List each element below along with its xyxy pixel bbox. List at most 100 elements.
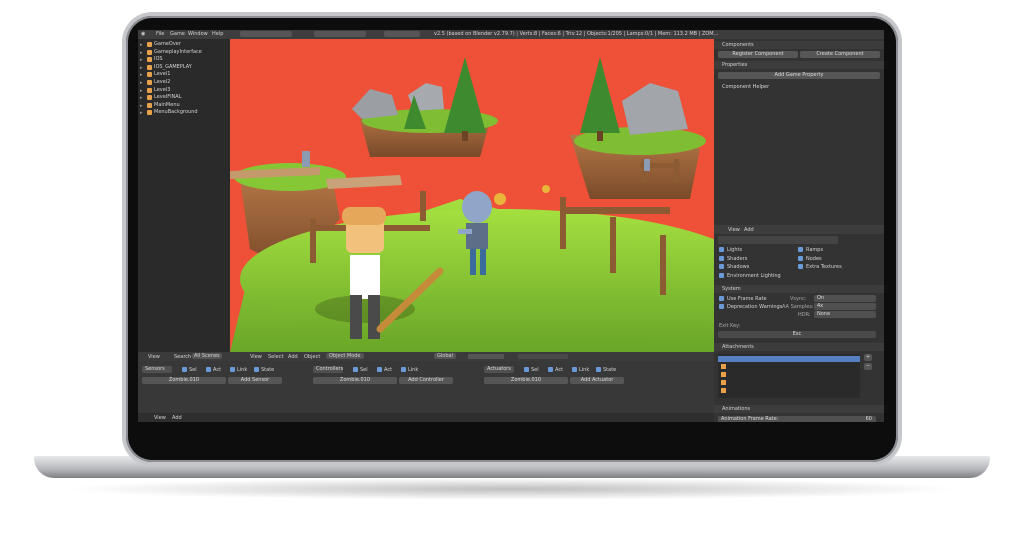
logic-add-button[interactable]: Add Sensor <box>228 377 282 384</box>
scene-filter-dropdown[interactable]: All Scenes <box>192 353 222 359</box>
logic-column-title[interactable]: Controllers <box>313 366 343 373</box>
logic-menu-view[interactable]: View <box>148 354 160 360</box>
blender-logo-icon[interactable]: ◉ <box>141 31 145 37</box>
logic-column-title[interactable]: Actuators <box>484 366 514 373</box>
flag-checkbox[interactable] <box>182 367 187 372</box>
outliner-item-label: GameOver <box>154 41 181 47</box>
menu-game[interactable]: Game <box>170 31 185 37</box>
system-panel-header[interactable]: System <box>714 285 884 293</box>
properties-panel-header[interactable]: Properties <box>714 61 884 69</box>
exit-key-button[interactable]: Esc <box>718 331 876 338</box>
scene-selector[interactable] <box>314 31 366 37</box>
snapping-tools[interactable] <box>518 354 568 359</box>
scene-icon <box>147 72 152 78</box>
logic-menu-search[interactable]: Search <box>174 354 191 360</box>
transform-orientation-dropdown[interactable]: Global <box>434 353 456 359</box>
3d-viewport[interactable] <box>230 39 714 352</box>
logic-object-button[interactable]: Zombie.010 <box>313 377 397 384</box>
outliner-item[interactable]: ▸ IOS <box>138 56 230 63</box>
add-game-property-button[interactable]: Add Game Property <box>718 72 880 79</box>
components-panel-header[interactable]: Components <box>714 41 884 49</box>
outliner-item[interactable]: ▸ GameplayInterface <box>138 49 230 56</box>
hdr-dropdown[interactable]: None <box>814 311 876 318</box>
attachment-item-icon[interactable] <box>721 364 726 369</box>
bottom-menu-view[interactable]: View <box>154 415 166 421</box>
expand-arrow-icon[interactable]: ▸ <box>140 103 143 109</box>
component-helper-header[interactable]: Component Helper <box>714 83 884 91</box>
engine-selector[interactable] <box>384 31 420 37</box>
logic-object-button[interactable]: Zombie.010 <box>484 377 568 384</box>
attachment-item-selected[interactable] <box>718 356 860 362</box>
outliner-item[interactable]: ▸ MenuBackground <box>138 109 230 116</box>
viewport-menu-select[interactable]: Select <box>268 354 283 360</box>
flag-checkbox[interactable] <box>572 367 577 372</box>
outliner-item[interactable]: ▸ Level3 <box>138 87 230 94</box>
add-attachment-button[interactable]: + <box>864 354 872 361</box>
render-flag-checkbox[interactable] <box>719 272 724 278</box>
render-flag-checkbox[interactable] <box>798 247 803 252</box>
attachment-item-icon[interactable] <box>721 388 726 393</box>
properties-menu-add[interactable]: Add <box>744 227 754 233</box>
flag-checkbox[interactable] <box>524 367 529 372</box>
flag-checkbox[interactable] <box>206 367 211 372</box>
screen-layout-selector[interactable] <box>240 31 292 37</box>
vsync-dropdown[interactable]: On <box>814 295 876 302</box>
flag-checkbox[interactable] <box>596 367 601 372</box>
viewport-menu-view[interactable]: View <box>250 354 262 360</box>
bottom-menu-add[interactable]: Add <box>172 415 182 421</box>
expand-arrow-icon[interactable]: ▸ <box>140 80 143 86</box>
outliner-item[interactable]: ▸ Level2 <box>138 79 230 86</box>
flag-checkbox[interactable] <box>353 367 358 372</box>
properties-context-tabs[interactable] <box>718 236 838 244</box>
menu-window[interactable]: Window <box>188 31 208 37</box>
layer-buttons[interactable] <box>468 354 504 359</box>
render-flag-checkbox[interactable] <box>719 264 724 269</box>
logic-object-button[interactable]: Zombie.010 <box>142 377 226 384</box>
expand-arrow-icon[interactable]: ▸ <box>140 50 143 56</box>
render-flag-checkbox[interactable] <box>719 247 724 252</box>
outliner-item[interactable]: ▸ LevelFINAL <box>138 94 230 101</box>
create-component-button[interactable]: Create Component <box>800 51 880 58</box>
logic-column-title[interactable]: Sensors <box>142 366 172 373</box>
animations-panel-header[interactable]: Animations <box>714 405 884 413</box>
object-mode-dropdown[interactable]: Object Mode <box>326 353 364 359</box>
flag-checkbox[interactable] <box>377 367 382 372</box>
deprecation-warnings-checkbox[interactable] <box>719 304 724 309</box>
flag-checkbox[interactable] <box>254 367 259 372</box>
render-flag-checkbox[interactable] <box>798 264 803 269</box>
properties-menu-view[interactable]: View <box>728 227 740 233</box>
render-flag-checkbox[interactable] <box>719 255 724 261</box>
scene-icon <box>147 64 152 70</box>
viewport-menu-add[interactable]: Add <box>288 354 298 360</box>
flag-checkbox[interactable] <box>548 367 553 372</box>
render-flag-label: Shadows <box>727 264 750 270</box>
expand-arrow-icon[interactable]: ▸ <box>140 95 143 101</box>
outliner-item[interactable]: ▸ MainMenu <box>138 102 230 109</box>
animation-frame-rate-field[interactable]: Animation Frame Rate: 60 <box>718 416 876 422</box>
use-frame-rate-checkbox[interactable] <box>719 296 724 301</box>
attachment-item-icon[interactable] <box>721 372 726 377</box>
viewport-menu-object[interactable]: Object <box>304 354 320 360</box>
register-component-button[interactable]: Register Component <box>718 51 798 58</box>
outliner-item[interactable]: ▸ GameOver <box>138 41 230 48</box>
expand-arrow-icon[interactable]: ▸ <box>140 57 143 63</box>
logic-add-button[interactable]: Add Controller <box>399 377 453 384</box>
attachment-item-icon[interactable] <box>721 380 726 385</box>
menu-help[interactable]: Help <box>212 31 223 37</box>
expand-arrow-icon[interactable]: ▸ <box>140 42 143 48</box>
outliner-item[interactable]: ▸ IOS_GAMEPLAY <box>138 64 230 71</box>
flag-checkbox[interactable] <box>230 367 235 372</box>
menu-file[interactable]: File <box>156 31 164 37</box>
outliner-item[interactable]: ▸ Level1 <box>138 71 230 78</box>
expand-arrow-icon[interactable]: ▸ <box>140 65 143 71</box>
expand-arrow-icon[interactable]: ▸ <box>140 88 143 94</box>
expand-arrow-icon[interactable]: ▸ <box>140 72 143 78</box>
attachments-list[interactable] <box>718 354 860 398</box>
render-flag-checkbox[interactable] <box>798 255 803 261</box>
expand-arrow-icon[interactable]: ▸ <box>140 110 143 116</box>
attachments-panel-header[interactable]: Attachments <box>714 343 884 351</box>
remove-attachment-button[interactable]: − <box>864 363 872 370</box>
flag-checkbox[interactable] <box>401 367 406 372</box>
aa-samples-dropdown[interactable]: 4x <box>814 303 876 310</box>
logic-add-button[interactable]: Add Actuator <box>570 377 624 384</box>
